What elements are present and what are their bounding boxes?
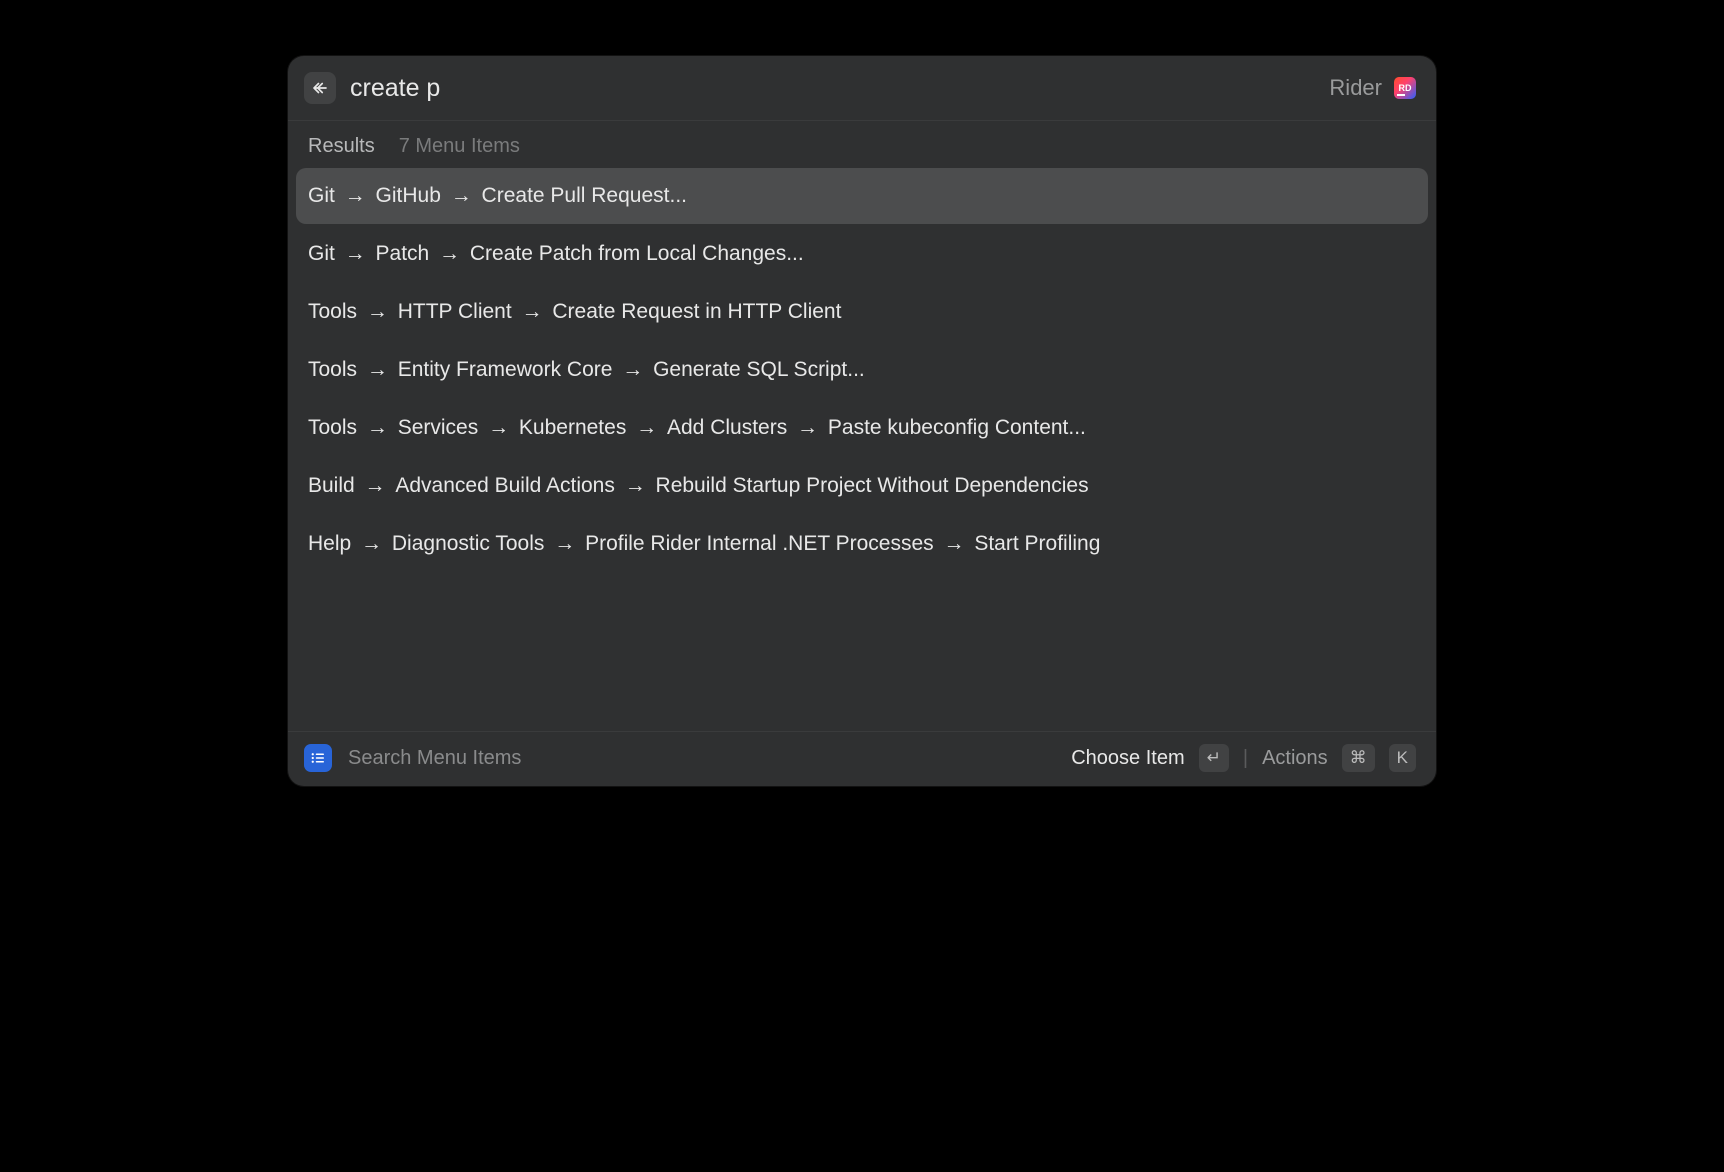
result-path-segment: Build <box>308 474 355 497</box>
rider-app-badge-text: RD <box>1399 83 1412 93</box>
result-item[interactable]: Tools → HTTP Client → Create Request in … <box>296 284 1428 340</box>
result-path-segment: Diagnostic Tools <box>392 532 545 555</box>
result-path-segment: Add Clusters <box>667 416 787 439</box>
results-count: 7 Menu Items <box>399 135 520 158</box>
back-button[interactable] <box>304 72 336 104</box>
result-path-segment: HTTP Client <box>398 300 512 323</box>
footer: Search Menu Items Choose Item ↵ | Action… <box>288 731 1436 786</box>
k-key-badge: K <box>1389 744 1416 772</box>
result-path-segment: Help <box>308 532 351 555</box>
result-path-segment: Kubernetes <box>519 416 626 439</box>
arrow-right-icon: → <box>433 242 466 265</box>
result-path-segment: Tools <box>308 300 357 323</box>
footer-divider: | <box>1243 747 1248 770</box>
arrow-right-icon: → <box>361 416 394 439</box>
arrow-left-icon <box>311 79 329 97</box>
result-path-segment: Create Pull Request... <box>482 184 687 207</box>
result-path-segment: Git <box>308 242 335 265</box>
app-name-label: Rider <box>1329 75 1382 101</box>
result-path-segment: Entity Framework Core <box>398 358 613 381</box>
result-path-segment: Rebuild Startup Project Without Dependen… <box>656 474 1089 497</box>
arrow-right-icon: → <box>445 184 478 207</box>
arrow-right-icon: → <box>339 242 372 265</box>
arrow-right-icon: → <box>516 300 549 323</box>
arrow-right-icon: → <box>339 184 372 207</box>
arrow-right-icon: → <box>548 532 581 555</box>
results-list: Git → GitHub → Create Pull Request...Git… <box>288 168 1436 731</box>
result-path-segment: Generate SQL Script... <box>653 358 865 381</box>
result-path-segment: Patch <box>376 242 430 265</box>
result-path-segment: Git <box>308 184 335 207</box>
arrow-right-icon: → <box>791 416 824 439</box>
footer-actions: Choose Item ↵ | Actions ⌘ K <box>1071 744 1416 772</box>
result-path-segment: Advanced Build Actions <box>395 474 614 497</box>
results-label: Results <box>308 135 375 158</box>
result-path-segment: Tools <box>308 358 357 381</box>
search-input[interactable] <box>350 74 1329 103</box>
rider-app-icon: RD <box>1394 77 1416 99</box>
arrow-right-icon: → <box>938 532 971 555</box>
command-palette-window: Rider RD Results 7 Menu Items Git → GitH… <box>288 56 1436 786</box>
result-path-segment: GitHub <box>376 184 441 207</box>
header: Rider RD <box>288 56 1436 121</box>
arrow-right-icon: → <box>619 474 652 497</box>
arrow-right-icon: → <box>630 416 663 439</box>
arrow-right-icon: → <box>359 474 392 497</box>
result-item[interactable]: Build → Advanced Build Actions → Rebuild… <box>296 458 1428 514</box>
footer-hint: Search Menu Items <box>348 747 1071 770</box>
arrow-right-icon: → <box>361 300 394 323</box>
arrow-right-icon: → <box>361 358 394 381</box>
result-item[interactable]: Tools → Services → Kubernetes → Add Clus… <box>296 400 1428 456</box>
result-item[interactable]: Tools → Entity Framework Core → Generate… <box>296 342 1428 398</box>
enter-key-badge: ↵ <box>1199 744 1229 772</box>
result-path-segment: Create Patch from Local Changes... <box>470 242 804 265</box>
result-item[interactable]: Git → GitHub → Create Pull Request... <box>296 168 1428 224</box>
result-item[interactable]: Help → Diagnostic Tools → Profile Rider … <box>296 516 1428 572</box>
arrow-right-icon: → <box>616 358 649 381</box>
arrow-right-icon: → <box>355 532 388 555</box>
choose-item-label: Choose Item <box>1071 747 1184 770</box>
result-path-segment: Services <box>398 416 479 439</box>
result-path-segment: Start Profiling <box>974 532 1100 555</box>
result-path-segment: Profile Rider Internal .NET Processes <box>585 532 934 555</box>
menu-items-icon <box>304 744 332 772</box>
result-path-segment: Paste kubeconfig Content... <box>828 416 1086 439</box>
result-path-segment: Tools <box>308 416 357 439</box>
results-subheader: Results 7 Menu Items <box>288 121 1436 168</box>
cmd-key-badge: ⌘ <box>1342 744 1375 772</box>
arrow-right-icon: → <box>482 416 515 439</box>
result-path-segment: Create Request in HTTP Client <box>552 300 841 323</box>
actions-label[interactable]: Actions <box>1262 747 1328 770</box>
result-item[interactable]: Git → Patch → Create Patch from Local Ch… <box>296 226 1428 282</box>
